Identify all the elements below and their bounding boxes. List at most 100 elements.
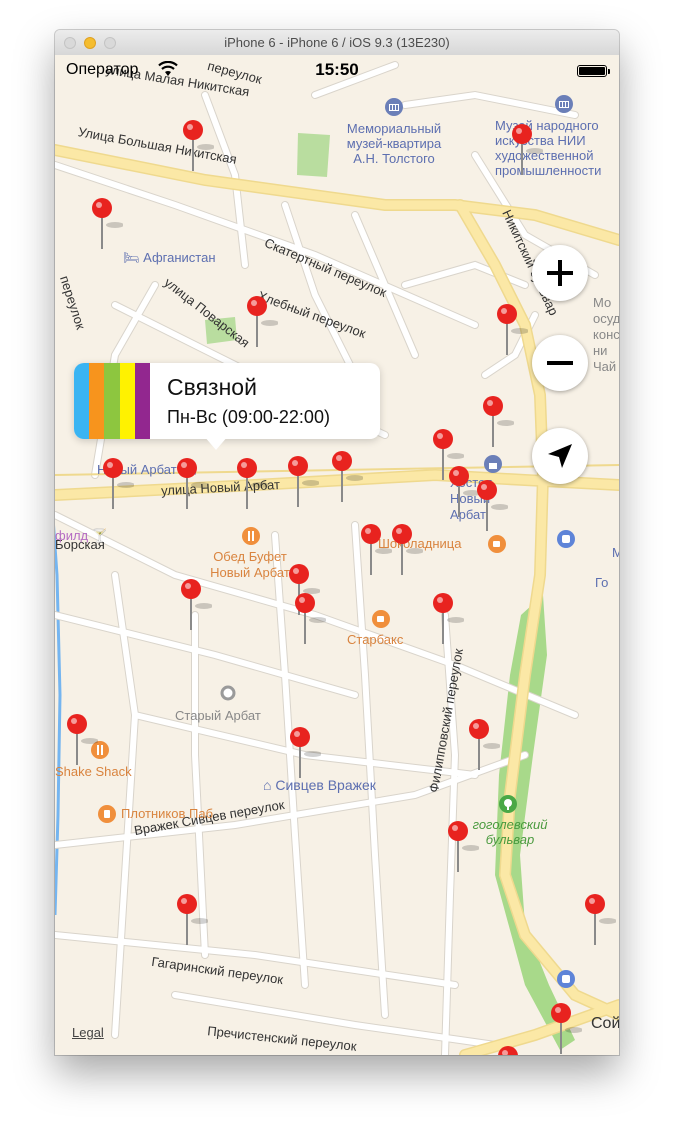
- restaurant-icon: [242, 527, 260, 545]
- store-pin[interactable]: [584, 893, 617, 955]
- store-pin[interactable]: [447, 820, 480, 882]
- cafe-icon: [372, 610, 390, 628]
- zoom-in-button[interactable]: [532, 245, 588, 301]
- callout-hours: Пн-Вс (09:00-22:00): [167, 407, 330, 427]
- store-pin[interactable]: [432, 592, 465, 654]
- store-pin[interactable]: [496, 303, 529, 365]
- edge-label: Сой: [591, 1015, 619, 1032]
- minus-icon: [547, 361, 573, 365]
- store-pin[interactable]: [246, 295, 279, 357]
- title-bar: iPhone 6 - iPhone 6 / iOS 9.3 (13E230): [55, 30, 619, 56]
- simulator-window: iPhone 6 - iPhone 6 / iOS 9.3 (13E230) у…: [55, 30, 619, 1055]
- map-pin-icon: [448, 821, 480, 872]
- logo-stripe: [89, 363, 105, 439]
- logo-stripe: [119, 363, 135, 439]
- map-pin-icon: [177, 458, 209, 509]
- map-pin-icon: [247, 296, 279, 347]
- museum-icon: [385, 98, 403, 116]
- locate-me-button[interactable]: [532, 428, 588, 484]
- cocktail-icon: 🍸: [91, 528, 108, 543]
- metro-icon: [557, 970, 575, 988]
- metro-icon: [557, 530, 575, 548]
- store-pin[interactable]: [180, 578, 213, 640]
- store-pin[interactable]: [482, 395, 515, 457]
- edge-label: Мо осуд конс ни Чай: [593, 295, 619, 374]
- store-callout[interactable]: Связной Пн-Вс (09:00-22:00): [74, 363, 380, 450]
- location-arrow-icon: [548, 444, 572, 468]
- poi-afghanistan[interactable]: 🛏 Афганистан: [123, 250, 216, 266]
- store-logo: [74, 363, 150, 439]
- store-pin[interactable]: [360, 523, 393, 585]
- map-pin-icon: [392, 524, 424, 575]
- map-pin-icon: [290, 727, 322, 778]
- store-pin[interactable]: [182, 119, 215, 181]
- poi-plotnikov[interactable]: Плотников Паб: [121, 806, 213, 821]
- building-icon: ⌂: [263, 777, 272, 793]
- map-pin-icon: [237, 458, 269, 509]
- park-icon: [499, 795, 517, 813]
- poi-starbucks[interactable]: Старбакс: [347, 632, 403, 647]
- battery-tip: [608, 69, 610, 74]
- map-pin-icon: [288, 456, 320, 507]
- logo-stripe: [134, 363, 150, 439]
- map-pin-icon: [103, 458, 135, 509]
- map-pin-icon: [585, 894, 617, 945]
- map-pin-icon: [477, 480, 509, 531]
- plus-icon: [547, 260, 573, 286]
- poi-label: Афганистан: [143, 250, 216, 265]
- store-pin[interactable]: [511, 123, 544, 185]
- legal-link[interactable]: Legal: [72, 1025, 104, 1040]
- map-background: [55, 61, 619, 1055]
- poi-museum-tolstoy[interactable]: Мемориальный музей-квартира А.Н. Толстог…: [334, 121, 454, 166]
- map-pin-icon: [483, 396, 515, 447]
- logo-stripe: [74, 363, 90, 439]
- store-pin[interactable]: [497, 1045, 519, 1055]
- map-pin-icon: [512, 124, 544, 175]
- map-pin-icon: [181, 579, 213, 630]
- store-pin[interactable]: [550, 1002, 583, 1055]
- map-pin-icon: [498, 1046, 518, 1055]
- store-pin[interactable]: [176, 457, 209, 519]
- store-pin[interactable]: [66, 713, 99, 775]
- metro-station-icon: [220, 685, 236, 701]
- store-pin[interactable]: [476, 479, 509, 541]
- map-pin-icon: [497, 304, 529, 355]
- map-pin-icon: [183, 120, 215, 171]
- logo-stripe: [104, 363, 120, 439]
- map-pin-icon: [551, 1003, 583, 1054]
- pub-icon: [98, 805, 116, 823]
- map-pin-icon: [361, 524, 393, 575]
- battery-icon: [577, 65, 607, 77]
- store-pin[interactable]: [91, 197, 124, 259]
- map-pin-icon: [177, 894, 209, 945]
- store-pin[interactable]: [391, 523, 424, 585]
- store-pin[interactable]: [331, 450, 364, 512]
- store-pin[interactable]: [294, 592, 327, 654]
- edge-label: М: [612, 545, 619, 560]
- poi-label: филд: [55, 528, 89, 543]
- map-pin-icon: [92, 198, 124, 249]
- museum-icon: [555, 95, 573, 113]
- store-pin[interactable]: [176, 893, 209, 955]
- map-pin-icon: [295, 593, 327, 644]
- store-pin[interactable]: [448, 465, 481, 527]
- callout-title: Связной: [167, 374, 257, 400]
- clock: 15:50: [315, 60, 359, 79]
- map-pin-icon: [469, 719, 501, 770]
- edge-label: Го: [595, 575, 609, 590]
- status-bar: Оператор 15:50: [55, 55, 619, 85]
- callout-tail: [204, 436, 228, 450]
- store-pin[interactable]: [468, 718, 501, 780]
- poi-bar[interactable]: филд 🍸: [55, 528, 108, 544]
- map-view[interactable]: улица Малая Никитская Улица Большая Ники…: [55, 55, 619, 1055]
- map-pin-icon: [332, 451, 364, 502]
- store-pin[interactable]: [287, 455, 320, 517]
- store-pin[interactable]: [102, 457, 135, 519]
- map-pin-icon: [433, 593, 465, 644]
- map-pin-icon: [67, 714, 99, 765]
- hotel-icon: 🛏: [123, 250, 140, 265]
- poi-stary-arbat[interactable]: Старый Арбат: [175, 708, 261, 723]
- store-pin[interactable]: [289, 726, 322, 788]
- store-pin[interactable]: [236, 457, 269, 519]
- zoom-out-button[interactable]: [532, 335, 588, 391]
